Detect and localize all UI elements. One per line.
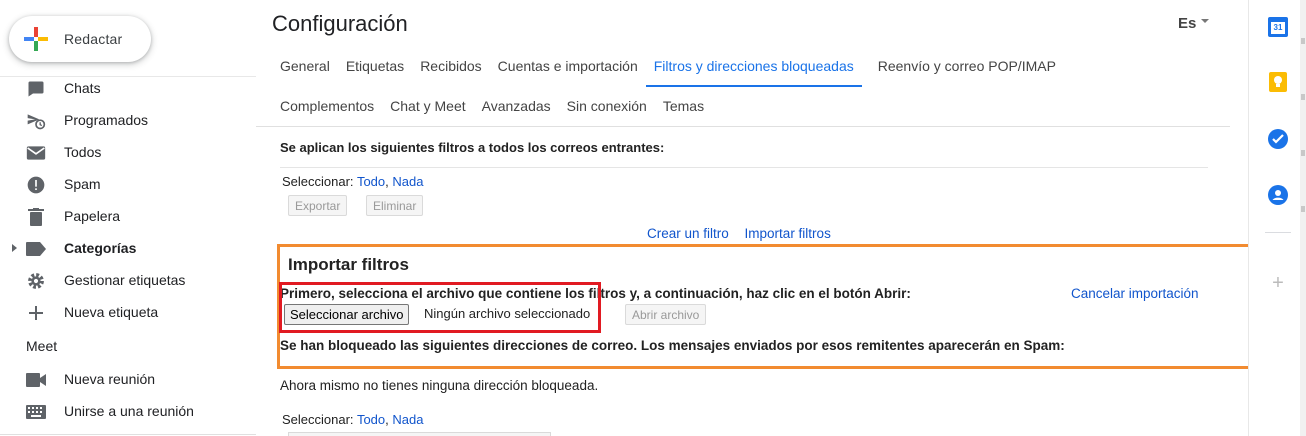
tabs-divider (256, 126, 1230, 127)
scheduled-icon (26, 111, 46, 131)
select-separator: , (385, 174, 389, 189)
all-mail-icon (26, 143, 46, 163)
language-value: Es (1178, 15, 1197, 32)
sidebar-bottom-divider (0, 434, 256, 435)
label-icon (26, 239, 46, 259)
sidebar-item-unirse-reunion[interactable]: Unirse a una reunión (0, 395, 256, 427)
gear-icon (26, 271, 46, 291)
side-panel-divider (1265, 232, 1291, 233)
sidebar-item-nueva-reunion[interactable]: Nueva reunión (0, 363, 256, 395)
select-all-link[interactable]: Todo (357, 174, 385, 189)
file-picker-highlight (279, 282, 601, 333)
tab-temas[interactable]: Temas (663, 98, 704, 126)
create-filter-link[interactable]: Crear un filtro (647, 226, 729, 241)
calendar-icon[interactable]: 31 (1268, 17, 1288, 37)
sidebar-item-label: Categorías (64, 240, 137, 256)
contacts-icon[interactable] (1268, 185, 1288, 205)
trash-icon (26, 207, 46, 227)
sidebar-item-chats[interactable]: Chats (0, 72, 256, 104)
filters-heading: Se aplican los siguientes filtros a todo… (280, 140, 665, 155)
filters-select-row: Seleccionar: Todo, Nada (282, 174, 423, 189)
sidebar-item-label: Nueva etiqueta (64, 304, 159, 320)
select-label: Seleccionar: (282, 412, 354, 427)
tab-recibidos[interactable]: Recibidos (420, 58, 481, 86)
export-button[interactable]: Exportar (288, 195, 348, 216)
chevron-down-icon (1201, 19, 1210, 24)
page-title: Configuración (272, 11, 408, 36)
tab-etiquetas[interactable]: Etiquetas (346, 58, 404, 86)
select-none-link[interactable]: Nada (392, 174, 423, 189)
sidebar-item-papelera[interactable]: Papelera (0, 200, 256, 232)
tab-general[interactable]: General (280, 58, 330, 86)
select-separator: , (385, 412, 389, 427)
filter-links: Crear un filtro Importar filtros (647, 226, 843, 241)
sidebar-item-todos[interactable]: Todos (0, 136, 256, 168)
blocked-heading: Se han bloqueado las siguientes direccio… (280, 338, 1065, 353)
blocked-select-row: Seleccionar: Todo, Nada (282, 412, 423, 427)
sidebar-item-nueva-etiqueta[interactable]: Nueva etiqueta (0, 296, 256, 328)
sidebar-item-label: Chats (64, 80, 101, 96)
scrollbar[interactable] (1300, 0, 1306, 436)
add-addon-icon[interactable]: + (1270, 273, 1286, 293)
select-none-link[interactable]: Nada (392, 412, 423, 427)
left-sidebar: Redactar Chats Programados Todos Spam Pa… (0, 0, 256, 436)
filters-divider (280, 167, 1208, 168)
sidebar-item-gestionar-etiquetas[interactable]: Gestionar etiquetas (0, 264, 256, 296)
compose-button[interactable]: Redactar (9, 16, 151, 62)
compose-label: Redactar (64, 31, 123, 47)
calendar-badge: 31 (1273, 23, 1283, 32)
sidebar-item-label: Todos (64, 144, 102, 160)
scroll-mark (1301, 94, 1305, 100)
sidebar-item-label: Papelera (64, 208, 121, 224)
delete-button[interactable]: Eliminar (366, 195, 424, 216)
meet-heading: Meet (26, 338, 58, 354)
sidebar-item-label: Unirse a una reunión (64, 403, 194, 419)
tab-chat-meet[interactable]: Chat y Meet (390, 98, 465, 126)
sidebar-item-programados[interactable]: Programados (0, 104, 256, 136)
import-filters-link[interactable]: Importar filtros (745, 226, 831, 241)
spam-icon (26, 175, 46, 195)
sidebar-item-spam[interactable]: Spam (0, 168, 256, 200)
tab-sin-conexion[interactable]: Sin conexión (567, 98, 647, 126)
tab-cuentas[interactable]: Cuentas e importación (498, 58, 638, 86)
settings-tabs-row-2: Complementos Chat y Meet Avanzadas Sin c… (280, 98, 720, 126)
side-panel: 31 + (1248, 0, 1306, 436)
sidebar-item-label: Gestionar etiquetas (64, 272, 186, 288)
scroll-mark (1301, 150, 1305, 156)
unblock-button[interactable] (288, 432, 551, 436)
cancel-import-link[interactable]: Cancelar importación (1071, 286, 1199, 301)
sidebar-item-label: Programados (64, 112, 149, 128)
sidebar-item-categorias[interactable]: Categorías (0, 232, 256, 264)
open-file-button[interactable]: Abrir archivo (625, 304, 707, 325)
tab-reenvio[interactable]: Reenvío y correo POP/IMAP (878, 58, 1056, 86)
select-all-link[interactable]: Todo (357, 412, 385, 427)
keep-icon[interactable] (1268, 72, 1288, 92)
compose-plus-icon (24, 27, 48, 51)
scroll-mark (1301, 206, 1305, 212)
video-icon (26, 370, 46, 390)
plus-icon (26, 303, 46, 323)
tab-complementos[interactable]: Complementos (280, 98, 374, 126)
language-selector[interactable]: Es (1178, 15, 1210, 32)
sidebar-item-label: Nueva reunión (64, 371, 156, 387)
blocked-empty-text: Ahora mismo no tienes ninguna dirección … (280, 378, 599, 393)
keyboard-icon (26, 402, 46, 422)
import-title: Importar filtros (288, 255, 409, 274)
tasks-icon[interactable] (1268, 129, 1288, 149)
settings-tabs-row-1: General Etiquetas Recibidos Cuentas e im… (280, 58, 1072, 87)
sidebar-nav: Chats Programados Todos Spam Papelera Ca… (0, 72, 256, 328)
tab-filtros[interactable]: Filtros y direcciones bloqueadas (645, 58, 862, 87)
chat-icon (26, 79, 46, 99)
select-label: Seleccionar: (282, 174, 354, 189)
scroll-mark (1301, 38, 1305, 44)
settings-main: Configuración Es General Etiquetas Recib… (256, 0, 1230, 436)
tab-avanzadas[interactable]: Avanzadas (482, 98, 551, 126)
gmail-settings-window: Redactar Chats Programados Todos Spam Pa… (0, 0, 1306, 436)
sidebar-item-label: Spam (64, 176, 101, 192)
expand-caret-icon[interactable] (12, 244, 17, 252)
